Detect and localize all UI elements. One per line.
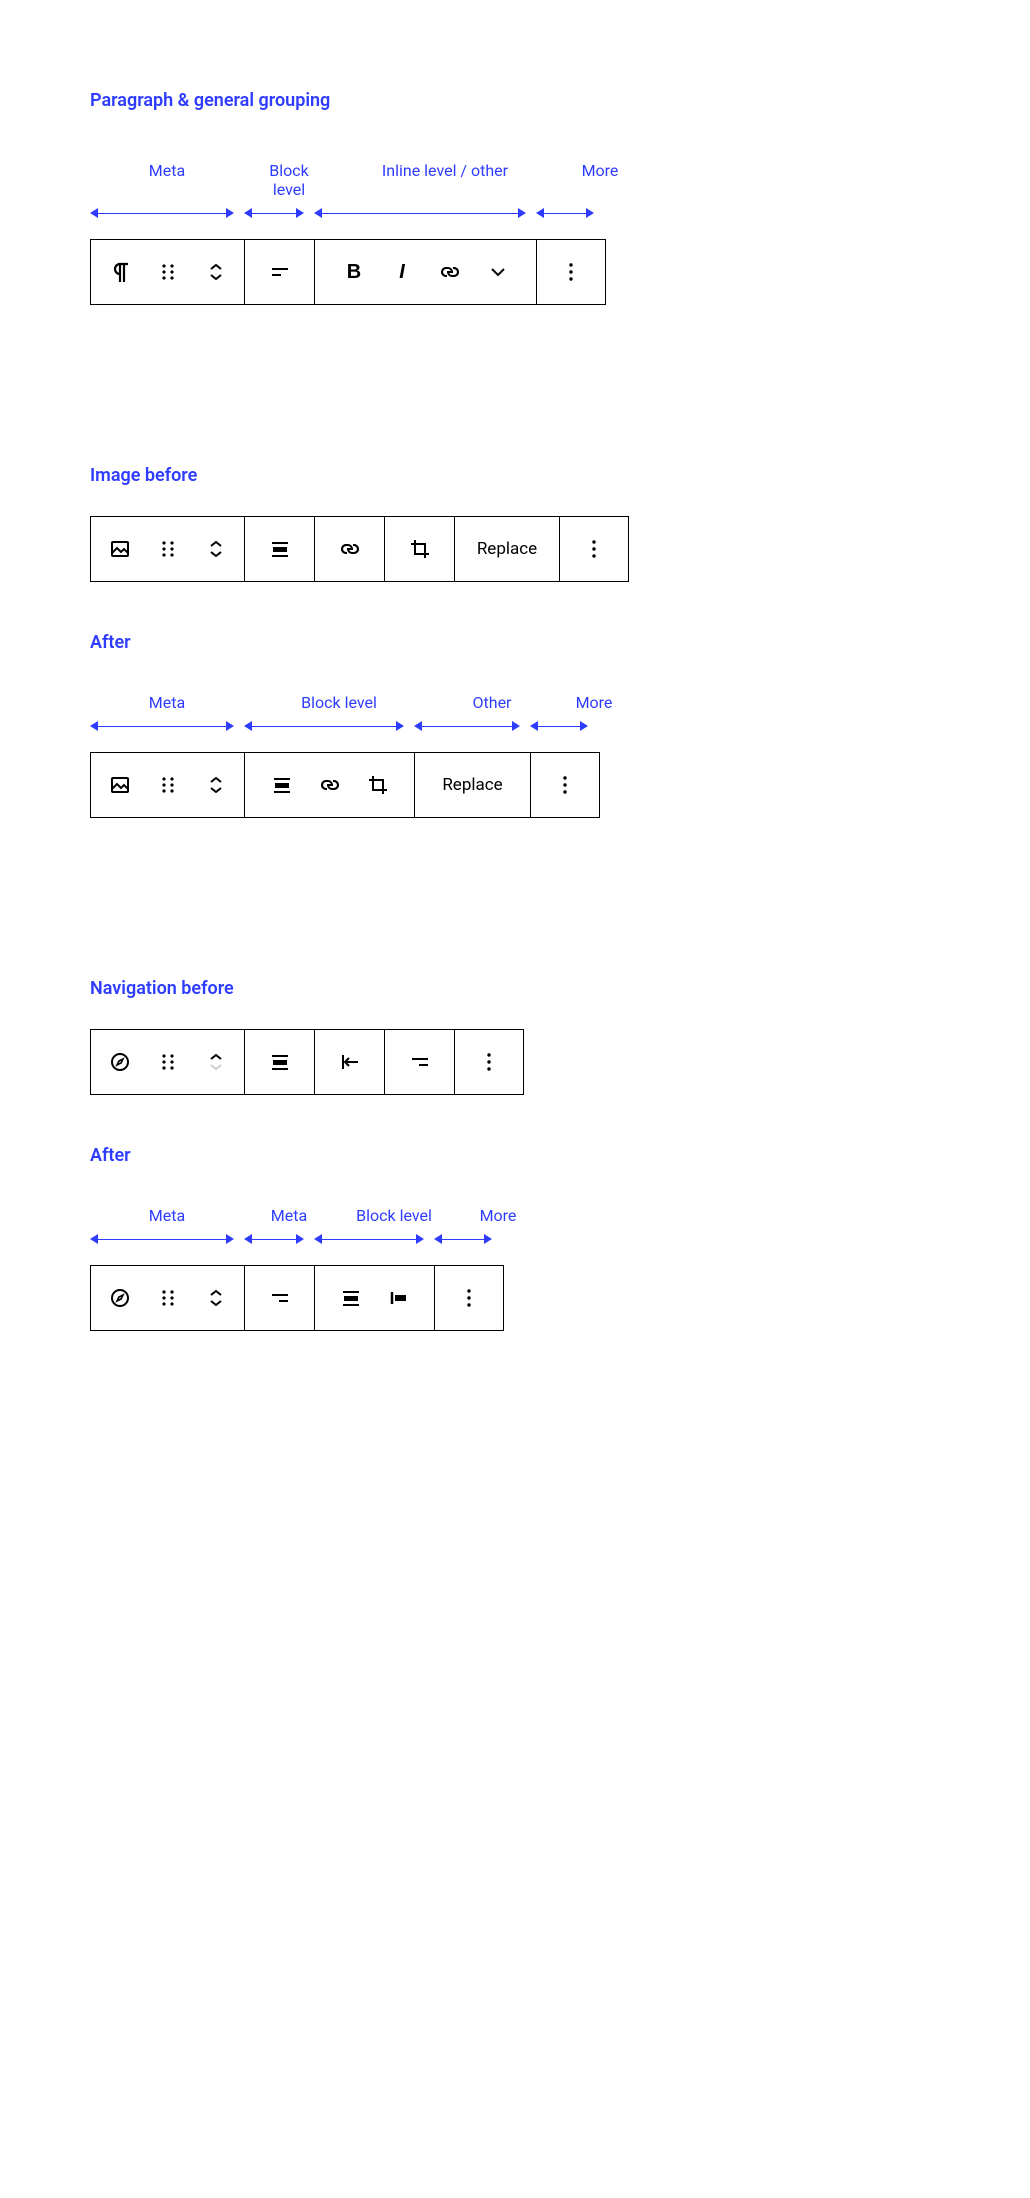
drag-icon[interactable] [153, 1283, 183, 1313]
paragraph-toolbar [90, 239, 606, 305]
section-nav-before: Navigation before [90, 978, 940, 1095]
bold-icon[interactable] [339, 257, 369, 287]
group-label: Meta [90, 161, 244, 199]
meta-cell [91, 753, 245, 817]
more-icon[interactable] [556, 257, 586, 287]
image-before-toolbar: Replace [90, 516, 629, 582]
block-level-cell [245, 753, 415, 817]
inline-cell [315, 240, 537, 304]
compass-icon[interactable] [105, 1047, 135, 1077]
compass-icon[interactable] [105, 1283, 135, 1313]
group-label: More [464, 1206, 532, 1225]
drag-icon[interactable] [153, 770, 183, 800]
group-label: Block level [254, 693, 424, 712]
move-icon[interactable] [201, 1047, 231, 1077]
crop-icon[interactable] [363, 770, 393, 800]
align-center-icon[interactable] [336, 1283, 366, 1313]
group-label: Meta [90, 1206, 244, 1225]
move-icon[interactable] [201, 534, 231, 564]
nav-before-toolbar [90, 1029, 524, 1095]
meta-cell [91, 240, 245, 304]
block-level-cell [245, 240, 315, 304]
paragraph-group-labels: Meta Block level Inline level / other Mo… [90, 161, 940, 199]
indent-icon[interactable] [384, 1283, 414, 1313]
group-label: Block level [254, 161, 324, 199]
image-icon[interactable] [105, 770, 135, 800]
group-label: Block level [334, 1206, 454, 1225]
drag-icon[interactable] [153, 257, 183, 287]
link-icon[interactable] [315, 770, 345, 800]
outdent-icon[interactable] [335, 1047, 365, 1077]
more-cell [537, 240, 605, 304]
replace-button[interactable]: Replace [455, 517, 560, 581]
nav-after-title: After [90, 1145, 940, 1166]
image-icon[interactable] [105, 534, 135, 564]
drag-icon[interactable] [153, 1047, 183, 1077]
section-nav-after: After Meta Meta Block level More [90, 1145, 940, 1331]
align-center-icon[interactable] [267, 770, 297, 800]
group-label: Meta [90, 693, 244, 712]
chevron-down-icon[interactable] [483, 257, 513, 287]
image-arrows [90, 720, 940, 732]
link-icon[interactable] [435, 257, 465, 287]
paragraph-arrows [90, 207, 604, 219]
group-label: Meta [254, 1206, 324, 1225]
drag-icon[interactable] [153, 534, 183, 564]
section-paragraph: Paragraph & general grouping Meta Block … [90, 90, 940, 305]
more-icon[interactable] [550, 770, 580, 800]
image-after-toolbar: Replace [90, 752, 600, 818]
more-icon[interactable] [454, 1283, 484, 1313]
image-group-labels: Meta Block level Other More [90, 693, 940, 712]
group-label: More [560, 693, 628, 712]
nav-before-title: Navigation before [90, 978, 940, 999]
paragraph-title: Paragraph & general grouping [90, 90, 940, 111]
section-image-after: After Meta Block level Other More Replac… [90, 632, 940, 818]
italic-icon[interactable] [387, 257, 417, 287]
crop-icon[interactable] [405, 534, 435, 564]
more-icon[interactable] [474, 1047, 504, 1077]
move-icon[interactable] [201, 257, 231, 287]
justify-right-icon[interactable] [265, 1283, 295, 1313]
group-label: Other [434, 693, 550, 712]
align-center-icon[interactable] [265, 534, 295, 564]
move-icon[interactable] [201, 1283, 231, 1313]
nav-after-toolbar [90, 1265, 504, 1331]
paragraph-icon[interactable] [105, 257, 135, 287]
group-label: More [566, 161, 634, 199]
section-image-before: Image before Replace [90, 465, 940, 582]
align-center-icon[interactable] [265, 1047, 295, 1077]
image-before-title: Image before [90, 465, 940, 486]
group-label: Inline level / other [334, 161, 556, 199]
move-icon[interactable] [201, 770, 231, 800]
align-left-icon[interactable] [265, 257, 295, 287]
replace-button[interactable]: Replace [415, 753, 531, 817]
justify-right-icon[interactable] [405, 1047, 435, 1077]
meta-cell [91, 517, 245, 581]
more-icon[interactable] [579, 534, 609, 564]
link-icon[interactable] [335, 534, 365, 564]
image-after-title: After [90, 632, 940, 653]
